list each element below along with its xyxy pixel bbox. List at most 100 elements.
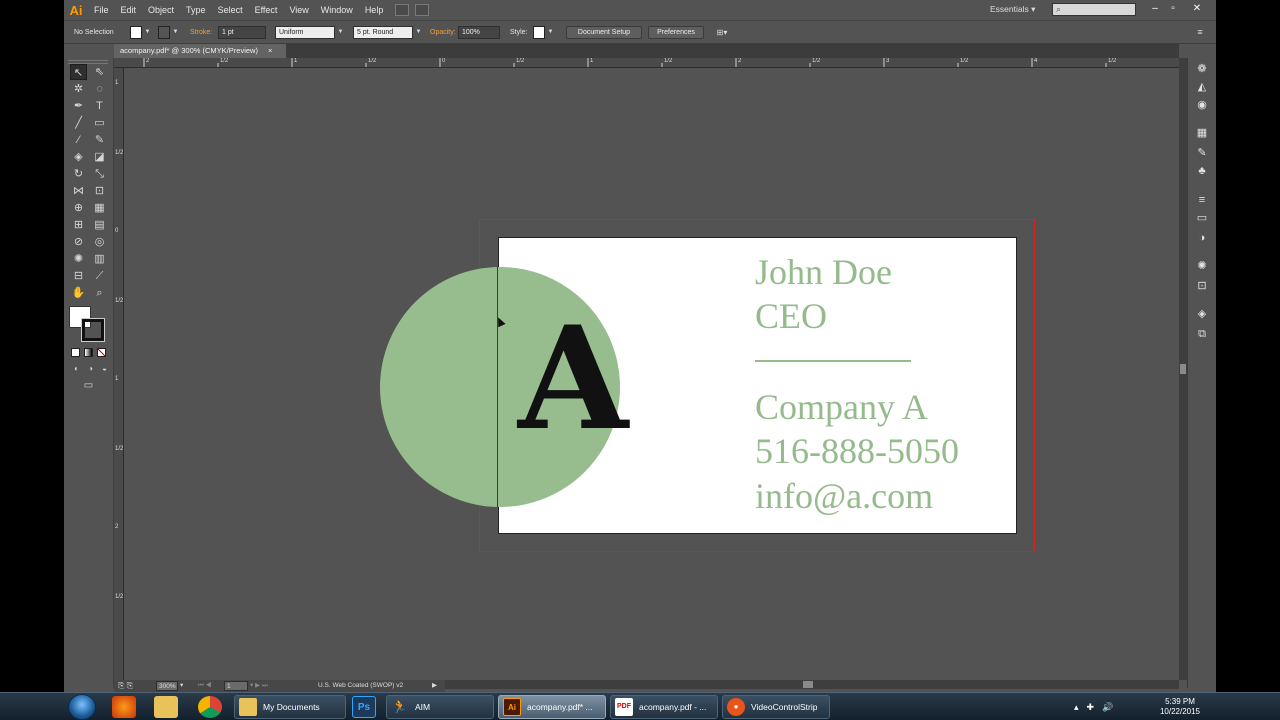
eyedropper-tool-icon[interactable]: ⊘ [70,234,87,250]
card-email[interactable]: info@a.com [755,475,933,517]
artboard-number-field[interactable]: 1 [224,681,248,691]
perspective-grid-tool-icon[interactable]: ▦ [91,200,108,216]
variable-width-profile[interactable]: Uniform [275,26,335,39]
pencil-tool-icon[interactable]: ✎ [91,132,108,148]
chevron-down-icon[interactable]: ▼ [336,26,345,39]
chrome-icon[interactable] [198,696,222,718]
minimize-button[interactable]: – [1148,2,1162,16]
menu-effect[interactable]: Effect [249,0,284,20]
task-acrobat[interactable]: PDF acompany.pdf - ... [610,695,718,719]
gradient-tool-icon[interactable]: ▤ [91,217,108,233]
artboard-tool-icon[interactable]: ⊟ [70,268,87,284]
column-graph-tool-icon[interactable]: ▥ [91,251,108,267]
card-title[interactable]: CEO [755,295,827,337]
stroke-panel-icon[interactable]: ≡ [1194,192,1210,208]
vertical-ruler[interactable]: 1 1/2 0 1/2 1 1/2 2 1/2 [114,68,124,680]
transparency-icon[interactable]: ◑ [1194,230,1210,246]
stroke-weight-field[interactable]: 1 pt [218,26,266,39]
chevron-down-icon[interactable]: ▼ [414,26,423,39]
hand-tool-icon[interactable]: ✋ [70,285,87,301]
close-tab-icon[interactable]: × [268,46,272,55]
vertical-scrollbar[interactable] [1179,58,1187,680]
menu-window[interactable]: Window [315,0,359,20]
file-explorer-icon[interactable] [154,696,178,718]
none-mode-icon[interactable] [97,348,106,357]
chevron-down-icon[interactable]: ▼ [171,26,180,39]
gradient-mode-icon[interactable] [84,348,93,357]
type-tool-icon[interactable]: T [91,98,108,114]
stroke-color-swatch[interactable] [158,26,170,39]
document-setup-button[interactable]: Document Setup [566,26,642,39]
horizontal-ruler[interactable]: 2 1/2 1 1/2 0 1/2 1 1/2 2 1/2 3 1/2 4 1/… [114,58,1179,68]
menu-edit[interactable]: Edit [115,0,143,20]
line-tool-icon[interactable]: ╱ [70,115,87,131]
task-aim[interactable]: 🏃 AIM [386,695,494,719]
logo-letter[interactable]: A [518,308,628,450]
close-button[interactable]: ✕ [1190,2,1204,16]
rotate-tool-icon[interactable]: ↻ [70,166,87,182]
blob-brush-tool-icon[interactable]: ◈ [70,149,87,165]
arrange-icon[interactable]: ⊞▾ [712,26,732,39]
card-company[interactable]: Company A [755,386,928,428]
symbols-icon[interactable]: ♣ [1194,163,1210,179]
zoom-field[interactable]: 300% [156,681,178,691]
network-status-icon[interactable]: ✚ [1087,702,1095,713]
chevron-down-icon[interactable]: ▼ [143,26,152,39]
horizontal-scrollbar[interactable] [445,680,1179,689]
stroke-label[interactable]: Stroke: [190,29,212,36]
arrange-documents-icon[interactable] [415,4,430,16]
chevron-down-icon[interactable]: ▾ [180,681,183,691]
zoom-tool-icon[interactable]: ⌕ [91,285,108,301]
style-swatch[interactable] [533,26,545,39]
selection-tool-icon[interactable]: ↖ [70,64,87,80]
mesh-tool-icon[interactable]: ⊞ [70,217,87,233]
screen-mode-icon[interactable]: ▭ [80,378,97,394]
opacity-field[interactable]: 100% [458,26,500,39]
taskbar-clock[interactable]: 5:39 PM 10/22/2015 [1156,697,1204,717]
menu-object[interactable]: Object [142,0,180,20]
menu-file[interactable]: File [88,0,115,20]
color-profile-status[interactable]: U.S. Web Coated (SWOP) v2 [318,681,403,691]
task-illustrator[interactable]: Ai acompany.pdf* ... [498,695,606,719]
start-button[interactable] [68,694,96,720]
graphic-styles-icon[interactable]: ⊡ [1194,278,1210,294]
card-phone[interactable]: 516-888-5050 [755,430,959,472]
direct-selection-tool-icon[interactable]: ⇖ [91,64,108,80]
shape-builder-tool-icon[interactable]: ⊕ [70,200,87,216]
menu-select[interactable]: Select [212,0,249,20]
restore-button[interactable]: ▫ [1166,2,1180,16]
draw-inside-icon[interactable]: ◒ [96,361,113,377]
symbol-sprayer-tool-icon[interactable]: ✺ [70,251,87,267]
bridge-icon[interactable] [395,4,410,16]
brush-definition[interactable]: 5 pt. Round [353,26,413,39]
blend-tool-icon[interactable]: ◎ [91,234,108,250]
status-menu-icon[interactable]: ▶ [432,681,437,691]
stroke-swatch[interactable] [81,318,105,342]
width-tool-icon[interactable]: ⋈ [70,183,87,199]
fill-color-swatch[interactable] [130,26,142,39]
workspace-switcher[interactable]: Essentials ▾ [990,4,1035,15]
color-panel-icon[interactable]: ❁ [1194,61,1210,77]
swatches-icon[interactable]: ▦ [1194,125,1210,141]
slice-tool-icon[interactable]: ⟋ [91,268,108,284]
card-name[interactable]: John Doe [755,251,892,293]
chevron-down-icon[interactable]: ▼ [546,26,555,39]
preferences-button[interactable]: Preferences [648,26,704,39]
lasso-tool-icon[interactable]: ◌ [91,81,108,97]
vertical-scroll-thumb[interactable] [1180,364,1186,374]
firefox-icon[interactable] [112,696,136,718]
help-search-input[interactable]: ⌕ [1052,3,1136,16]
opacity-label[interactable]: Opacity: [430,29,456,36]
artboard-next-icons[interactable]: ▾ ▶ ⏭ [250,681,268,691]
panel-menu-icon[interactable]: ≡ [1192,26,1208,39]
free-transform-tool-icon[interactable]: ⊡ [91,183,108,199]
paintbrush-tool-icon[interactable]: ⁄ [70,132,87,148]
layers-icon[interactable]: ◈ [1194,306,1210,322]
task-videocontrolstrip[interactable]: ● VideoControlStrip [722,695,830,719]
card-divider-line[interactable] [755,360,911,362]
task-my-documents[interactable]: My Documents [234,695,346,719]
artboard-canvas[interactable]: A John Doe CEO Company A 516-888-5050 in… [124,68,1179,680]
rectangle-tool-icon[interactable]: ▭ [91,115,108,131]
color-guide-icon[interactable]: ◭ [1194,79,1210,95]
menu-type[interactable]: Type [180,0,212,20]
